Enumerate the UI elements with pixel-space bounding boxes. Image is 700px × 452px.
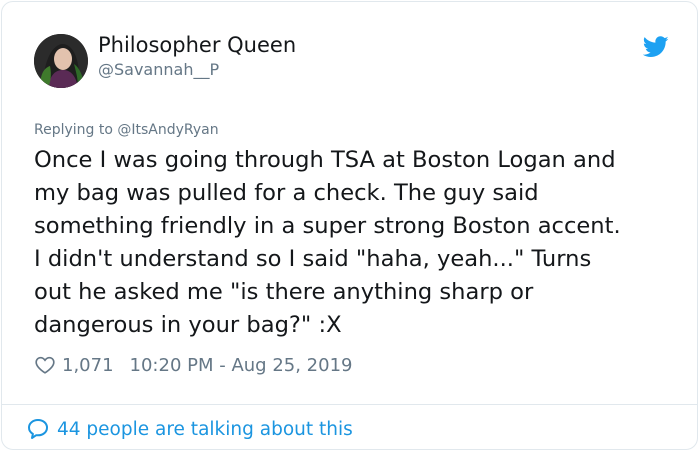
replying-to-label: Replying to — [34, 122, 118, 138]
twitter-bird-icon[interactable] — [643, 36, 669, 58]
tweet-timestamp[interactable]: 10:20 PM - Aug 25, 2019 — [130, 355, 353, 376]
user-handle[interactable]: @Savannah__P — [98, 60, 219, 79]
like-count[interactable]: 1,071 — [62, 355, 114, 376]
display-name[interactable]: Philosopher Queen — [98, 33, 296, 57]
tweet-text: Once I was going through TSA at Boston L… — [34, 147, 621, 338]
heart-outline-icon[interactable] — [34, 354, 56, 376]
speech-bubble-icon — [28, 419, 48, 439]
replying-to: Replying to @ItsAndyRyan — [34, 122, 219, 138]
avatar[interactable] — [34, 34, 88, 88]
embedded-tweet-card: Philosopher Queen @Savannah__P Replying … — [1, 1, 698, 450]
tweet-meta: 1,071 10:20 PM - Aug 25, 2019 — [34, 352, 352, 378]
conversation-count-text[interactable]: 44 people are talking about this — [57, 419, 353, 440]
conversation-link[interactable]: 44 people are talking about this — [26, 415, 353, 443]
reply-mention-link[interactable]: @ItsAndyRyan — [117, 122, 218, 138]
divider — [2, 404, 697, 405]
